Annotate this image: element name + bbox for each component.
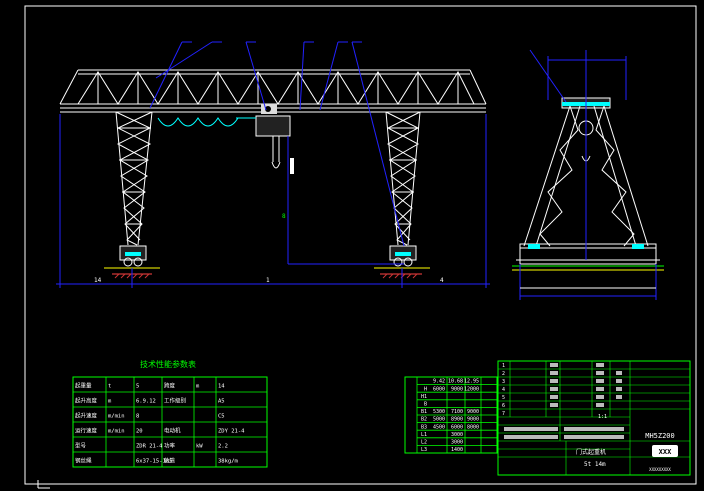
svg-text:3: 3 <box>502 379 505 385</box>
dim-cell: B1 <box>421 409 427 415</box>
scale-mark: 1:1 <box>598 414 607 420</box>
title-block: 1 2 3 4 5 6 7 MH5Z200 门式起重机 5t 14m 1:1 XXX X… <box>497 360 691 476</box>
dim-cell: 4500 <box>433 424 445 430</box>
dim-cell: 3000 <box>451 432 463 438</box>
spec-cell: 5 <box>136 384 139 390</box>
dim-cell: 10.68 <box>448 379 463 385</box>
spec-table: 技术性能参数表 起重量 t 5 跨度 m 14 起升高度 m 6.9.12 工作级别 A5 起升速度 m… <box>72 359 268 468</box>
dimension-table: 9.42 10.68 12.95H 6000 9000 12000H1BB1 5300 710… <box>404 376 498 454</box>
cable-festoon <box>157 117 239 127</box>
spec-cell: 运行速度 <box>75 427 98 435</box>
dim-left: 14 <box>94 277 102 284</box>
dim-cell: H1 <box>421 394 427 400</box>
spec-cell: t <box>108 384 111 390</box>
dim-cell: 9000 <box>467 409 479 415</box>
svg-text:4: 4 <box>502 387 505 393</box>
spec-cell: 钢丝绳 <box>75 457 92 465</box>
dim-cell: 12.95 <box>464 379 479 385</box>
left-wheel-bogie <box>119 245 147 267</box>
svg-text:1: 1 <box>502 363 505 369</box>
dim-cell: 7100 <box>451 409 463 415</box>
dim-cell: 3000 <box>451 440 463 446</box>
spec-cell: m/min <box>108 429 125 435</box>
spec-cell: 20 <box>136 429 143 435</box>
spec-cell: 电动机 <box>164 427 181 435</box>
company-line: XXXXXXXXX <box>649 467 671 472</box>
spec-cell: ZDR 21-4 <box>136 444 163 450</box>
spec-cell: 起升速度 <box>75 412 98 420</box>
spec-cell: m <box>108 399 112 405</box>
dim-cell: 9000 <box>451 386 463 392</box>
right-wheel-bogie <box>389 245 417 267</box>
logo-text: XXX <box>659 448 672 456</box>
dim-cell: 9.42 <box>433 379 445 385</box>
dim-cell: 8000 <box>467 424 479 430</box>
dim-cell: H <box>424 386 427 392</box>
spec-cell: 工作级别 <box>164 397 186 405</box>
drawing-code: MH5Z200 <box>645 432 675 440</box>
right-leg-truss <box>385 111 421 246</box>
dim-cell: L3 <box>421 447 427 453</box>
dim-height: 8 <box>282 213 286 220</box>
cad-drawing-sheet: 14 1 4 8 技术性能参数表 起重量 t 5 跨度 m 14起升高度 m 6… <box>24 5 697 489</box>
svg-text:2: 2 <box>502 371 505 377</box>
spec-cell: C5 <box>218 414 225 420</box>
spec-cell: 6.9.12 <box>136 399 156 405</box>
drawing-spec: 5t 14m <box>584 461 606 468</box>
leader-lines <box>149 41 405 247</box>
spec-cell: m <box>196 384 200 390</box>
drawing-frame <box>24 5 697 485</box>
spec-cell: 轨道 <box>164 457 176 465</box>
dim-cell: 8900 <box>451 417 463 423</box>
front-view: 14 1 4 8 <box>56 41 490 288</box>
svg-text:7: 7 <box>502 411 505 417</box>
dim-cell: B3 <box>421 424 427 430</box>
spec-cell: 起升高度 <box>75 397 98 405</box>
svg-text:5: 5 <box>502 395 505 401</box>
spec-cell: 起重量 <box>75 382 92 390</box>
svg-text:6: 6 <box>502 403 505 409</box>
dim-cell: B <box>424 402 427 408</box>
dim-cell: 5000 <box>433 417 445 423</box>
spec-table-title: 技术性能参数表 <box>140 359 196 369</box>
dim-cell: 9000 <box>467 417 479 423</box>
spec-cell: 2.2 <box>218 444 228 450</box>
dim-span: 1 <box>266 277 270 284</box>
dim-cell: 5300 <box>433 409 445 415</box>
dim-cell: 6000 <box>451 424 463 430</box>
dim-cell: B2 <box>421 417 427 423</box>
spec-cell: 功率 <box>164 442 176 450</box>
side-view <box>512 49 664 300</box>
dim-cell: L2 <box>421 440 427 446</box>
spec-cell: 38kg/m <box>218 459 239 465</box>
dim-cell: L1 <box>421 432 427 438</box>
dim-cell: 12000 <box>464 386 479 392</box>
spec-cell: ZDY 21-4 <box>218 429 245 435</box>
spec-cell: 型号 <box>75 442 87 450</box>
dim-cell: 6000 <box>433 386 445 392</box>
drawing-name: 门式起重机 <box>576 448 606 456</box>
dim-right: 4 <box>440 277 444 284</box>
dim-cell: 1400 <box>451 447 463 453</box>
spec-cell: 14 <box>218 384 225 390</box>
spec-cell: m/min <box>108 414 125 420</box>
spec-cell: 8 <box>136 414 139 420</box>
spec-cell: 跨度 <box>164 382 176 390</box>
left-leg-truss <box>115 111 153 246</box>
spec-cell: A5 <box>218 399 225 405</box>
spec-cell: kW <box>196 444 203 450</box>
